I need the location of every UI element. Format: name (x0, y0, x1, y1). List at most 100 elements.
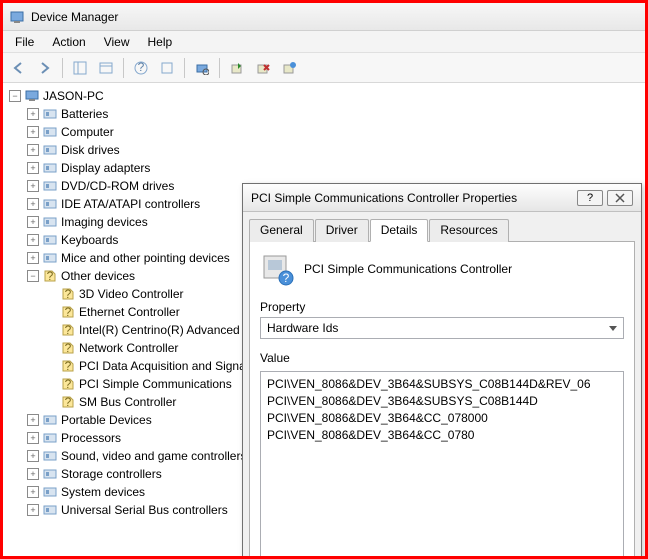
tree-leaf[interactable]: ?3D Video Controller (45, 285, 184, 303)
list-item[interactable]: PCI\VEN_8086&DEV_3B64&CC_0780 (267, 427, 617, 444)
expand-icon[interactable]: + (27, 198, 39, 210)
tree-node-label: Keyboards (61, 231, 118, 249)
device-manager-window: Device Manager File Action View Help ? − (3, 3, 645, 556)
expand-icon[interactable]: + (27, 108, 39, 120)
unknown-device-icon: ? (60, 394, 76, 410)
tree-node[interactable]: + System devices (27, 483, 145, 501)
device-name: PCI Simple Communications Controller (304, 262, 512, 276)
value-listbox[interactable]: PCI\VEN_8086&DEV_3B64&SUBSYS_C08B144D&RE… (260, 371, 624, 556)
tree-node[interactable]: + DVD/CD-ROM drives (27, 177, 174, 195)
tree-node[interactable]: +Sound, video and game controllers (27, 447, 246, 465)
tab-strip: General Driver Details Resources (243, 212, 641, 241)
tree-node-label: Computer (61, 123, 114, 141)
device-category-icon (42, 466, 58, 482)
collapse-icon[interactable]: − (9, 90, 21, 102)
tree-node[interactable]: +Display adapters (27, 159, 150, 177)
scan-hardware-button[interactable] (190, 56, 214, 80)
device-category-icon (42, 484, 58, 500)
expand-icon[interactable]: + (27, 126, 39, 138)
tree-node[interactable]: + Disk drives (27, 141, 120, 159)
menu-action[interactable]: Action (44, 33, 93, 51)
tab-general[interactable]: General (249, 219, 314, 242)
forward-button[interactable] (33, 56, 57, 80)
action-button[interactable] (155, 56, 179, 80)
dialog-titlebar: PCI Simple Communications Controller Pro… (243, 184, 641, 212)
help-button[interactable]: ? (577, 190, 603, 206)
menu-help[interactable]: Help (140, 33, 181, 51)
expand-icon[interactable]: + (27, 162, 39, 174)
tree-node[interactable]: + Universal Serial Bus controllers (27, 501, 228, 519)
properties-button[interactable] (94, 56, 118, 80)
tree-node-label: Disk drives (61, 141, 120, 159)
tree-node[interactable]: + Keyboards (27, 231, 118, 249)
tree-leaf-label: SM Bus Controller (79, 393, 176, 411)
tree-leaf[interactable]: ?Network Controller (45, 339, 178, 357)
menu-view[interactable]: View (96, 33, 138, 51)
property-selected: Hardware Ids (267, 321, 338, 335)
tree-root-label: JASON-PC (43, 87, 104, 105)
tree-leaf[interactable]: ?PCI Simple Communications (45, 375, 232, 393)
tree-node-label: Universal Serial Bus controllers (61, 501, 228, 519)
unknown-device-icon: ? (60, 304, 76, 320)
tree-node[interactable]: + Imaging devices (27, 213, 148, 231)
list-item[interactable]: PCI\VEN_8086&DEV_3B64&SUBSYS_C08B144D (267, 393, 617, 410)
uninstall-button[interactable] (251, 56, 275, 80)
back-button[interactable] (7, 56, 31, 80)
tree-leaf[interactable]: ?Ethernet Controller (45, 303, 180, 321)
expand-icon[interactable]: + (27, 504, 39, 516)
expand-icon[interactable]: + (27, 180, 39, 192)
close-button[interactable] (607, 190, 633, 206)
expand-icon[interactable]: + (27, 450, 39, 462)
update-driver-button[interactable] (225, 56, 249, 80)
tree-node[interactable]: +Storage controllers (27, 465, 162, 483)
tree-node-label: System devices (61, 483, 145, 501)
tree-node-label: Batteries (61, 105, 108, 123)
tab-panel-details: ? PCI Simple Communications Controller P… (249, 241, 635, 556)
list-item[interactable]: PCI\VEN_8086&DEV_3B64&CC_078000 (267, 410, 617, 427)
svg-text:?: ? (65, 377, 72, 391)
tree-leaf[interactable]: ?PCI Data Acquisition and Signal (45, 357, 248, 375)
tree-leaf[interactable]: ? SM Bus Controller (45, 393, 176, 411)
tab-details[interactable]: Details (370, 219, 429, 242)
svg-text:?: ? (283, 271, 290, 285)
collapse-icon[interactable]: − (27, 270, 39, 282)
expand-icon[interactable]: + (27, 144, 39, 156)
tree-leaf-label: 3D Video Controller (79, 285, 184, 303)
properties-dialog: PCI Simple Communications Controller Pro… (242, 183, 642, 556)
tree-node[interactable]: +IDE ATA/ATAPI controllers (27, 195, 200, 213)
list-item[interactable]: PCI\VEN_8086&DEV_3B64&SUBSYS_C08B144D&RE… (267, 376, 617, 393)
tree-node-label: DVD/CD-ROM drives (61, 177, 174, 195)
tree-node[interactable]: + Computer (27, 123, 114, 141)
expand-icon[interactable]: + (27, 486, 39, 498)
tab-driver[interactable]: Driver (315, 219, 369, 242)
dialog-title: PCI Simple Communications Controller Pro… (251, 191, 577, 205)
disable-button[interactable] (277, 56, 301, 80)
tree-node[interactable]: +Portable Devices (27, 411, 152, 429)
device-category-icon (42, 502, 58, 518)
tree-node[interactable]: + Batteries (27, 105, 108, 123)
svg-text:?: ? (65, 395, 72, 409)
tree-node-label: Imaging devices (61, 213, 148, 231)
unknown-device-icon: ? (60, 358, 76, 374)
expand-icon[interactable]: + (27, 216, 39, 228)
device-category-icon (42, 250, 58, 266)
tree-root[interactable]: − JASON-PC (9, 87, 643, 105)
expand-icon[interactable]: + (27, 468, 39, 480)
device-large-icon: ? (260, 252, 294, 286)
svg-text:?: ? (65, 341, 72, 355)
expand-icon[interactable]: + (27, 234, 39, 246)
show-hide-tree-button[interactable] (68, 56, 92, 80)
property-dropdown[interactable]: Hardware Ids (260, 317, 624, 339)
expand-icon[interactable]: + (27, 414, 39, 426)
tree-node[interactable]: +Mice and other pointing devices (27, 249, 230, 267)
app-icon (9, 9, 25, 25)
menu-file[interactable]: File (7, 33, 42, 51)
tree-node[interactable]: +Processors (27, 429, 121, 447)
expand-icon[interactable]: + (27, 252, 39, 264)
tab-resources[interactable]: Resources (429, 219, 508, 242)
expand-icon[interactable]: + (27, 432, 39, 444)
toolbar-separator (219, 58, 220, 78)
tree-leaf[interactable]: ?Intel(R) Centrino(R) Advanced (45, 321, 240, 339)
device-category-icon (42, 448, 58, 464)
help-button[interactable]: ? (129, 56, 153, 80)
